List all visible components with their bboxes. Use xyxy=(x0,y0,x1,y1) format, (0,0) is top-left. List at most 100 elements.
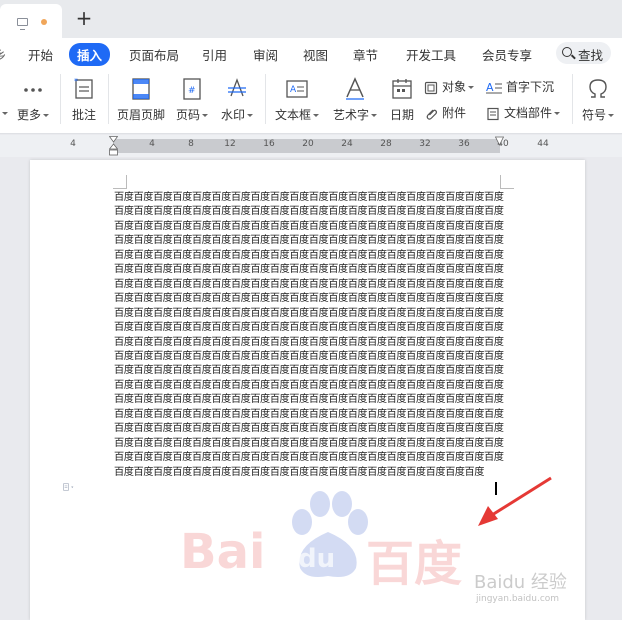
watermark-label: 水印 xyxy=(220,108,245,122)
tab-developer[interactable]: 开发工具 xyxy=(406,45,456,64)
search-icon xyxy=(562,47,572,57)
chevron-down-icon xyxy=(468,86,475,89)
insert-toolbar: 更多 * 批注 页眉页脚 # 页码 水印 A 文本框 艺术字 日期 对象 附件 … xyxy=(0,68,622,134)
watermark-url: jingyan.baidu.com xyxy=(476,594,560,604)
comment-label: 批注 xyxy=(71,108,96,122)
search-label: 查找 xyxy=(578,48,604,63)
tab-review[interactable]: 审阅 xyxy=(253,45,278,64)
margin-corner-mark xyxy=(113,175,127,189)
calendar-icon xyxy=(392,79,412,99)
textbox-icon: A xyxy=(286,80,308,98)
doc-parts-button[interactable]: 文档部件 xyxy=(486,104,561,121)
date-button[interactable]: 日期 xyxy=(386,68,418,130)
text-cursor xyxy=(495,482,497,495)
tab-start[interactable]: 开始 xyxy=(28,45,53,64)
ruler-label: 16 xyxy=(263,139,275,149)
more-label: 更多 xyxy=(16,108,41,122)
chevron-down-icon xyxy=(608,114,614,117)
omega-icon xyxy=(589,79,607,98)
comment-icon: * xyxy=(74,77,93,99)
unsaved-dot-icon xyxy=(41,19,47,25)
chevron-down-icon xyxy=(247,114,253,117)
wordart-label: 艺术字 xyxy=(332,108,369,122)
wordart-button[interactable]: 艺术字 xyxy=(330,68,380,130)
title-tab-bar: + xyxy=(0,0,622,38)
symbol-label: 符号 xyxy=(581,108,606,122)
ribbon-menu-bar: 乡 开始 插入 页面布局 引用 审阅 视图 章节 开发工具 会员专享 查找 xyxy=(0,38,622,68)
svg-text:#: # xyxy=(188,86,196,96)
object-icon xyxy=(424,81,438,94)
more-dots-icon xyxy=(24,88,42,92)
attachment-label: 附件 xyxy=(442,106,467,120)
chevron-down-icon xyxy=(43,114,49,117)
page-number-icon: # xyxy=(183,78,201,100)
drop-cap-button[interactable]: A 首字下沉 xyxy=(486,78,554,95)
paperclip-icon xyxy=(426,109,438,120)
ruler-label: 8 xyxy=(188,139,194,149)
indent-marker-icon[interactable] xyxy=(109,136,118,156)
symbol-button[interactable]: 符号 xyxy=(578,68,618,130)
baidu-watermark-logo: Bai du 百度 xyxy=(180,488,470,592)
horizontal-ruler[interactable]: 4 4 8 12 16 20 24 28 32 36 40 44 xyxy=(0,135,622,157)
monitor-icon xyxy=(17,18,28,30)
document-tab[interactable] xyxy=(0,4,62,38)
new-tab-button[interactable]: + xyxy=(74,7,94,29)
toolbar-divider xyxy=(265,74,266,124)
textbox-label: 文本框 xyxy=(274,108,311,122)
watermark-cjk: 百度 xyxy=(366,536,463,592)
menu-item-cut-off[interactable]: 乡 xyxy=(0,45,7,64)
toolbar-divider xyxy=(108,74,109,124)
tab-section[interactable]: 章节 xyxy=(353,45,378,64)
baidu-jingyan-watermark: Baidu 经验 jingyan.baidu.com xyxy=(470,560,620,610)
svg-text:*: * xyxy=(74,77,78,86)
toolbar-divider xyxy=(572,74,573,124)
chevron-down-icon xyxy=(202,114,208,117)
document-body-text[interactable]: 百度百度百度百度百度百度百度百度百度百度百度百度百度百度百度百度百度百度百度百度… xyxy=(114,191,504,480)
margin-corner-mark xyxy=(500,175,514,189)
chevron-down-icon xyxy=(313,114,319,117)
ruler-label: 12 xyxy=(224,139,236,149)
watermark-secondary: Baidu 经验 xyxy=(474,572,567,593)
paragraph-layout-icon[interactable] xyxy=(63,480,75,494)
svg-text:A: A xyxy=(486,81,494,94)
date-label: 日期 xyxy=(389,108,414,122)
ruler-label: 20 xyxy=(302,139,314,149)
watermark-latin: Bai xyxy=(180,524,266,580)
watermark-du: du xyxy=(298,544,336,574)
wordart-icon xyxy=(346,77,364,100)
doc-parts-label: 文档部件 xyxy=(504,106,553,120)
doc-parts-icon xyxy=(487,107,499,120)
header-footer-button[interactable]: 页眉页脚 xyxy=(114,68,168,130)
ruler-label: 4 xyxy=(149,139,155,149)
watermark-icon xyxy=(228,78,246,97)
watermark-button[interactable]: 水印 xyxy=(216,68,258,130)
header-footer-icon xyxy=(132,78,150,100)
page-number-button[interactable]: # 页码 xyxy=(172,68,212,130)
toolbar-divider xyxy=(60,74,61,124)
chevron-down-icon xyxy=(371,114,377,117)
ruler-label: 24 xyxy=(341,139,353,149)
chevron-down-icon xyxy=(554,112,561,115)
more-button[interactable]: 更多 xyxy=(12,68,54,130)
cut-off-caret-icon xyxy=(2,112,8,115)
object-label: 对象 xyxy=(442,80,467,94)
ruler-label: 32 xyxy=(419,139,431,149)
ruler-label: 44 xyxy=(537,139,549,149)
right-indent-marker-icon[interactable] xyxy=(495,136,504,146)
object-button[interactable]: 对象 xyxy=(424,78,475,95)
ruler-label: 28 xyxy=(380,139,392,149)
attachment-button[interactable]: 附件 xyxy=(424,104,466,121)
tab-insert[interactable]: 插入 xyxy=(69,43,111,66)
header-footer-label: 页眉页脚 xyxy=(116,108,165,122)
search-button[interactable]: 查找 xyxy=(556,42,612,64)
page-number-label: 页码 xyxy=(175,108,200,122)
tab-view[interactable]: 视图 xyxy=(303,45,328,64)
textbox-button[interactable]: A 文本框 xyxy=(272,68,322,130)
tab-member[interactable]: 会员专享 xyxy=(482,45,532,64)
tab-references[interactable]: 引用 xyxy=(202,45,227,64)
drop-cap-label: 首字下沉 xyxy=(506,80,555,94)
svg-text:A: A xyxy=(290,85,297,95)
tab-page-layout[interactable]: 页面布局 xyxy=(129,45,179,64)
drop-cap-icon: A xyxy=(486,81,502,94)
comment-button[interactable]: * 批注 xyxy=(66,68,102,130)
